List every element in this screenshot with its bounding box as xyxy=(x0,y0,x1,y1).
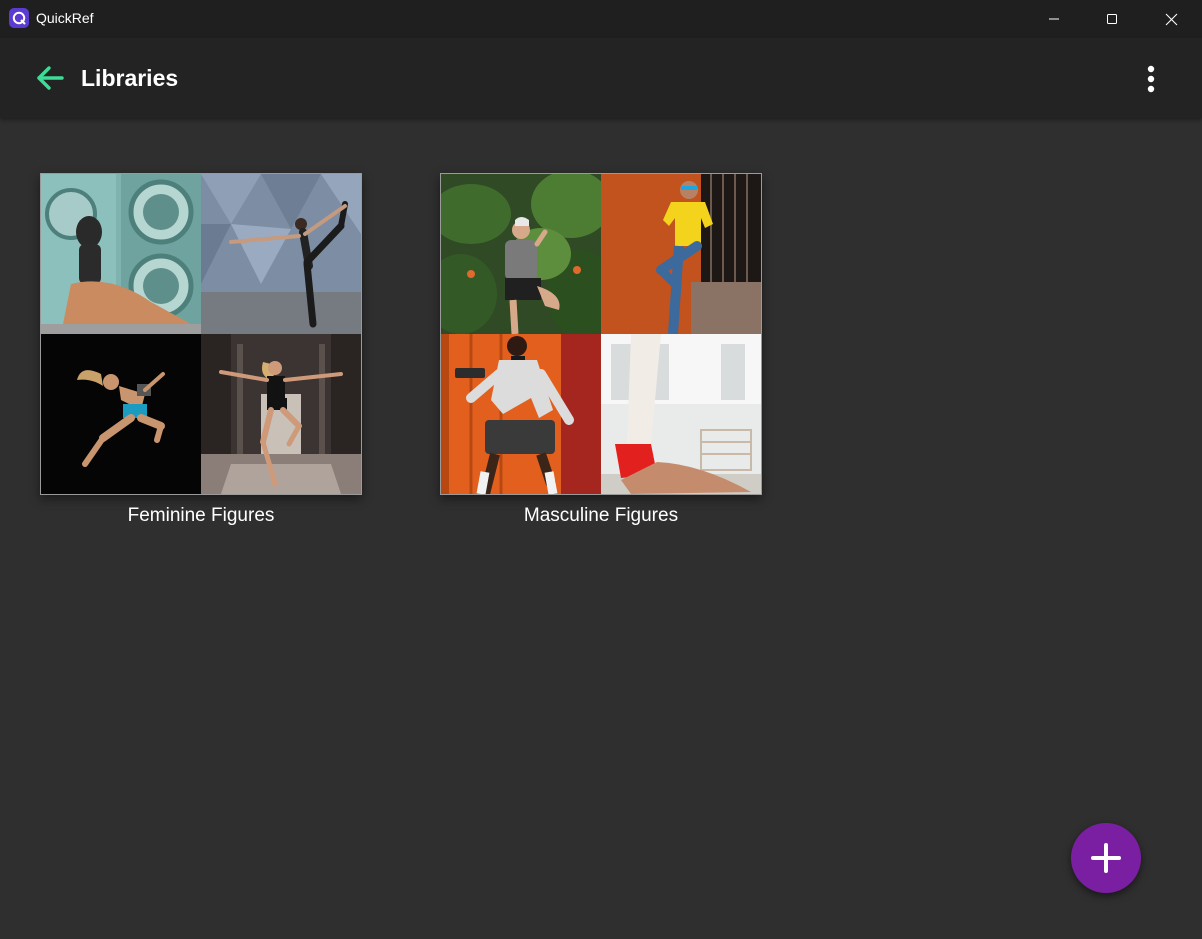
library-name: Masculine Figures xyxy=(523,505,679,526)
library-card-feminine-figures[interactable]: Feminine Figures xyxy=(40,173,362,527)
close-button[interactable] xyxy=(1142,0,1200,38)
arrow-left-icon xyxy=(37,66,64,90)
quickref-logo-icon xyxy=(9,8,29,28)
app-title: QuickRef xyxy=(36,10,94,26)
library-thumbnail-grid xyxy=(40,173,362,495)
man-shoulder-stand-gym-photo xyxy=(601,334,761,494)
library-name: Feminine Figures xyxy=(127,505,275,526)
man-yoga-tree-pose-garden-photo xyxy=(441,174,601,334)
title-bar: QuickRef xyxy=(0,0,1202,38)
app-bar: Libraries xyxy=(0,38,1202,118)
add-library-button[interactable] xyxy=(1071,823,1141,893)
library-card-masculine-figures[interactable]: Masculine Figures xyxy=(440,173,762,527)
more-options-button[interactable] xyxy=(1136,60,1166,98)
back-button[interactable] xyxy=(30,60,70,96)
maximize-button[interactable] xyxy=(1083,0,1141,38)
page-title: Libraries xyxy=(81,65,179,91)
man-yellow-shirt-leaning-wall-photo xyxy=(601,174,761,334)
woman-dancer-standing-bow-pose-photo xyxy=(201,174,361,334)
app-window: QuickRef Libraries Feminine Figures Masc… xyxy=(0,0,1202,939)
minimize-button[interactable] xyxy=(1025,0,1083,38)
close-icon xyxy=(1165,13,1177,25)
minimize-icon xyxy=(1049,18,1059,20)
plus-icon xyxy=(1091,843,1121,873)
woman-sitting-in-laundromat-photo xyxy=(41,174,201,334)
man-dancing-by-orange-door-photo xyxy=(441,334,601,494)
woman-dancer-jumping-in-street-photo xyxy=(201,334,361,494)
more-vertical-icon xyxy=(1147,65,1155,93)
maximize-icon xyxy=(1107,14,1117,24)
library-thumbnail-grid xyxy=(440,173,762,495)
woman-dancer-leaping-on-black-photo xyxy=(41,334,201,494)
